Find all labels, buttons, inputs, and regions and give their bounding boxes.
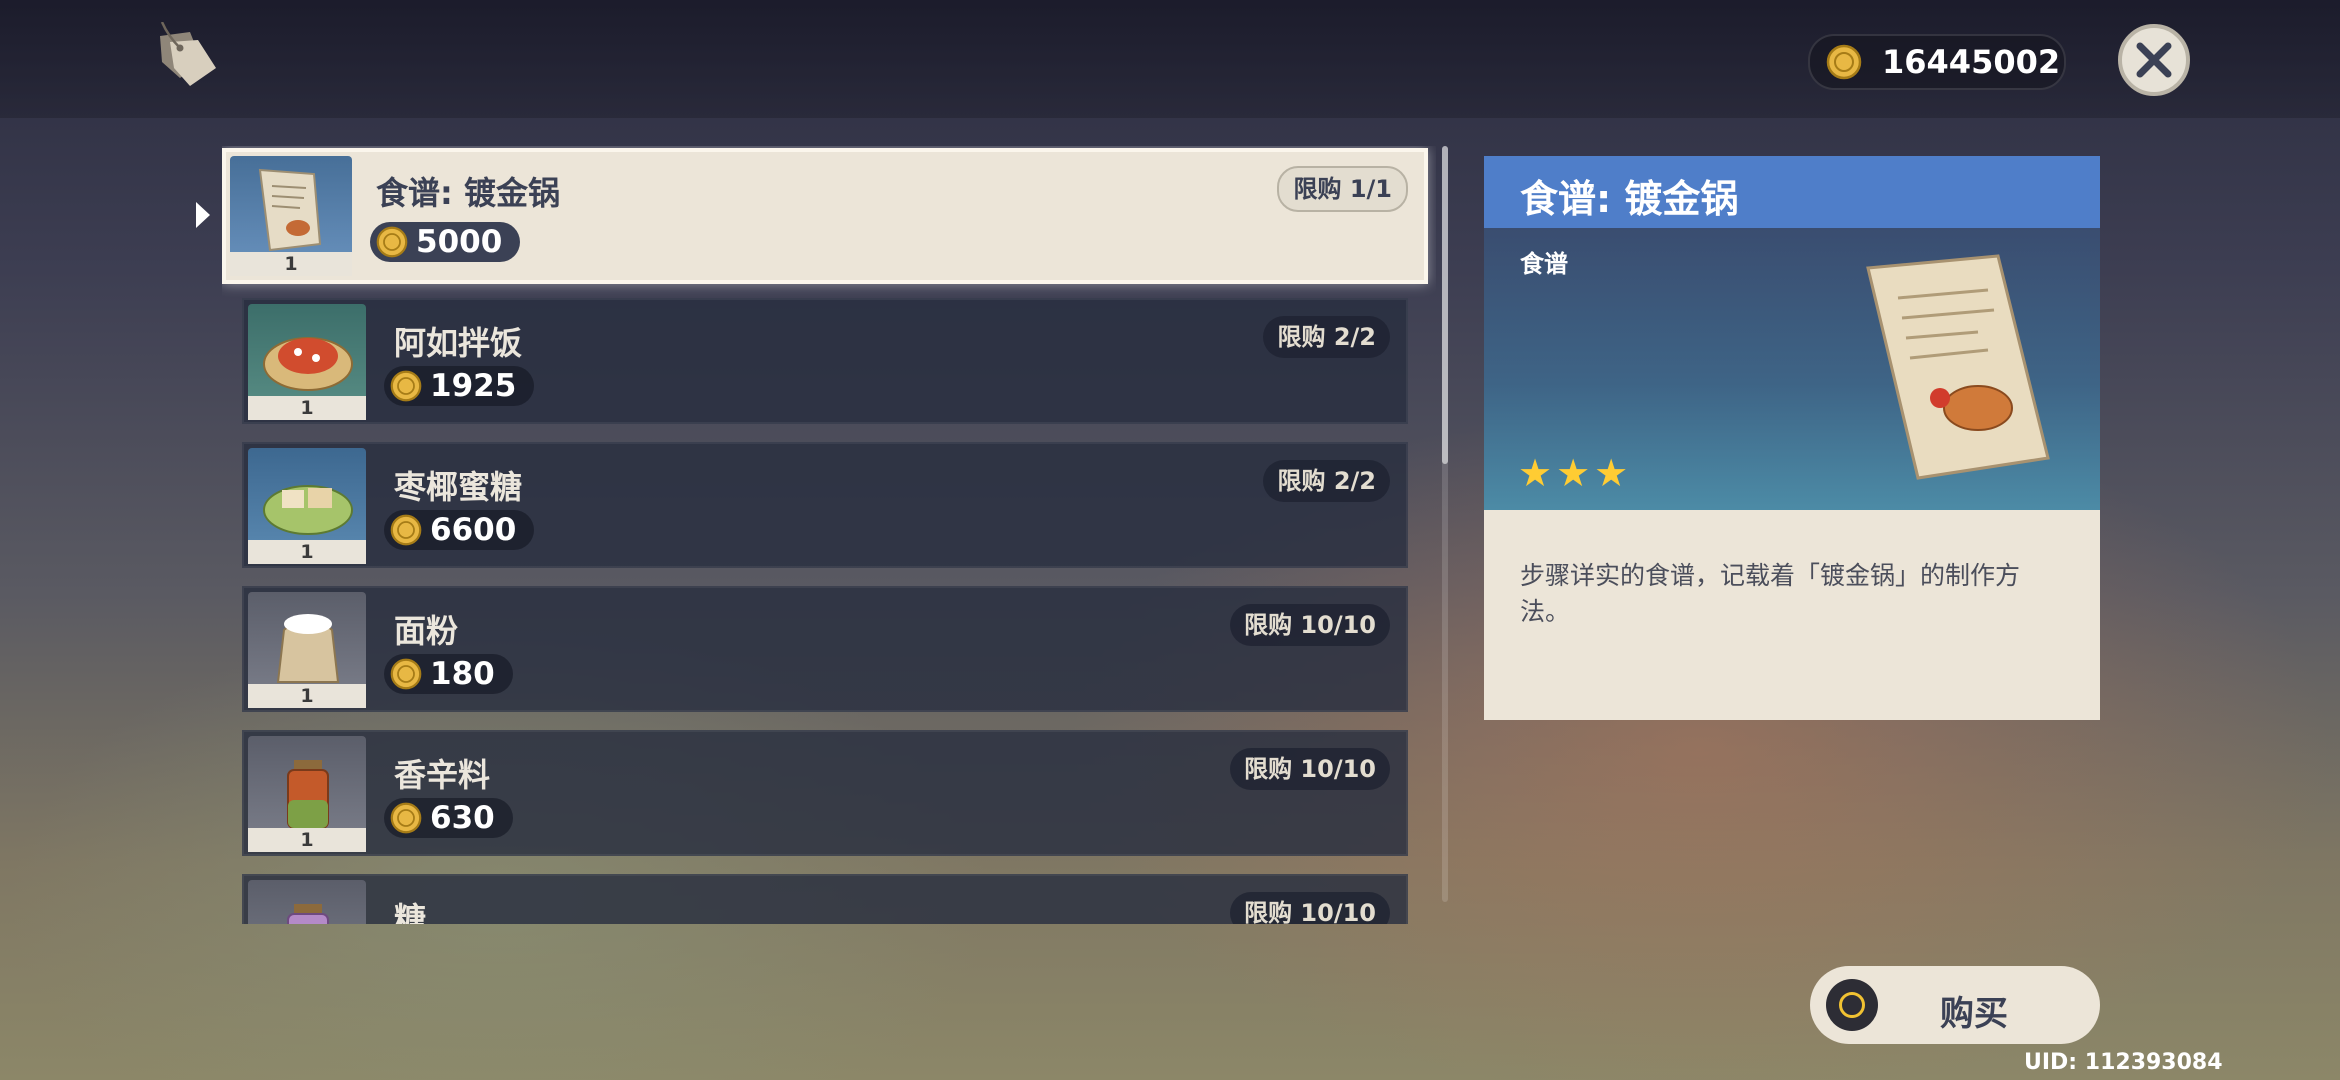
- item-name: 食谱: 镀金锅: [376, 174, 560, 212]
- recipe-paper-icon: [1828, 248, 2068, 492]
- list-item-spice[interactable]: 1 香辛料 630 限购 10/10: [242, 730, 1408, 856]
- item-thumbnail: 1: [248, 736, 366, 852]
- star-icon: ★: [1556, 451, 1591, 495]
- price-value: 6600: [430, 512, 517, 548]
- detail-type: 食谱: [1520, 250, 1568, 278]
- item-name: 面粉: [394, 612, 459, 650]
- mora-coin-icon: [376, 226, 408, 262]
- item-name: 枣椰蜜糖: [394, 468, 523, 506]
- purchase-limit-badge: 限购 1/1: [1277, 166, 1408, 212]
- item-thumbnail: 1: [248, 880, 366, 924]
- star-icon: ★: [1518, 451, 1553, 495]
- price-tag-icon: [150, 21, 228, 94]
- recipe-paper-icon: [258, 168, 322, 252]
- list-item-recipe[interactable]: 1 食谱: 镀金锅 5000 限购 1/1: [222, 148, 1428, 284]
- purchase-limit-badge: 限购 10/10: [1230, 604, 1390, 646]
- close-button[interactable]: [2118, 24, 2190, 96]
- list-item-date-candy[interactable]: 1 枣椰蜜糖 6600 限购 2/2: [242, 442, 1408, 568]
- price-value: 1925: [430, 368, 517, 404]
- mora-coin-icon: [390, 514, 422, 550]
- item-list[interactable]: 1 食谱: 镀金锅 5000 限购 1/1 1 阿如拌饭 1925 限购 2/2…: [222, 146, 1436, 924]
- item-price: 630: [384, 798, 513, 838]
- sugar-jar-icon: [287, 904, 329, 924]
- item-price: 5000: [370, 222, 521, 262]
- mora-coin-icon: [390, 370, 422, 406]
- detail-illustration: 食谱 ★ ★ ★: [1484, 228, 2100, 510]
- item-price: 1925: [384, 366, 535, 406]
- detail-header: 食谱: 镀金锅: [1484, 156, 2100, 228]
- item-name: 阿如拌饭: [394, 324, 523, 362]
- list-item-rice[interactable]: 1 阿如拌饭 1925 限购 2/2: [242, 298, 1408, 424]
- detail-title: 食谱: 镀金锅: [1520, 177, 1739, 221]
- currency-display: 16445002: [1808, 34, 2066, 90]
- buy-button-label: 购买: [1940, 994, 2008, 1034]
- item-quantity: 1: [248, 828, 366, 852]
- buy-button[interactable]: 购买: [1810, 966, 2100, 1044]
- item-thumbnail: 1: [248, 448, 366, 564]
- mora-coin-icon: [390, 802, 422, 838]
- player-uid: UID: 112393084: [2024, 1050, 2223, 1075]
- price-value: 180: [430, 656, 495, 692]
- item-thumbnail: 1: [230, 156, 352, 276]
- rarity-stars: ★ ★ ★: [1518, 454, 1632, 492]
- currency-amount: 16445002: [1882, 43, 2061, 81]
- item-quantity: 1: [248, 396, 366, 420]
- list-scrollbar[interactable]: [1442, 146, 1448, 902]
- item-thumbnail: 1: [248, 304, 366, 420]
- item-thumbnail: 1: [248, 592, 366, 708]
- item-quantity: 1: [248, 540, 366, 564]
- item-price: 6600: [384, 510, 535, 550]
- item-name: 香辛料: [394, 756, 491, 794]
- price-value: 630: [430, 800, 495, 836]
- list-item-flour[interactable]: 1 面粉 180 限购 10/10: [242, 586, 1408, 712]
- confirm-ring-icon: [1826, 979, 1878, 1031]
- purchase-limit-badge: 限购 10/10: [1230, 748, 1390, 790]
- item-name: 糖: [394, 900, 427, 924]
- item-quantity: 1: [230, 252, 352, 276]
- purchase-limit-badge: 限购 2/2: [1263, 460, 1390, 502]
- item-detail-panel: 食谱: 镀金锅 食谱 ★ ★ ★ 步骤详实的食谱，记载着「镀金锅」的制作方法。: [1484, 156, 2100, 720]
- flour-sack-icon: [276, 614, 340, 683]
- spice-jar-icon: [287, 760, 329, 829]
- purchase-limit-badge: 限购 10/10: [1230, 892, 1390, 924]
- selection-arrow-icon: [196, 202, 210, 228]
- star-icon: ★: [1594, 451, 1629, 495]
- scrollbar-thumb[interactable]: [1442, 146, 1448, 464]
- list-item-sugar[interactable]: 1 糖 限购 10/10: [242, 874, 1408, 924]
- close-x-icon: [2136, 42, 2172, 78]
- item-price: 180: [384, 654, 513, 694]
- dessert-plate-icon: [263, 485, 353, 535]
- purchase-limit-badge: 限购 2/2: [1263, 316, 1390, 358]
- dish-icon: [263, 337, 353, 391]
- mora-coin-icon: [1826, 44, 1862, 84]
- mora-coin-icon: [390, 658, 422, 694]
- price-value: 5000: [416, 224, 503, 260]
- item-quantity: 1: [248, 684, 366, 708]
- detail-description: 步骤详实的食谱，记载着「镀金锅」的制作方法。: [1520, 561, 2021, 626]
